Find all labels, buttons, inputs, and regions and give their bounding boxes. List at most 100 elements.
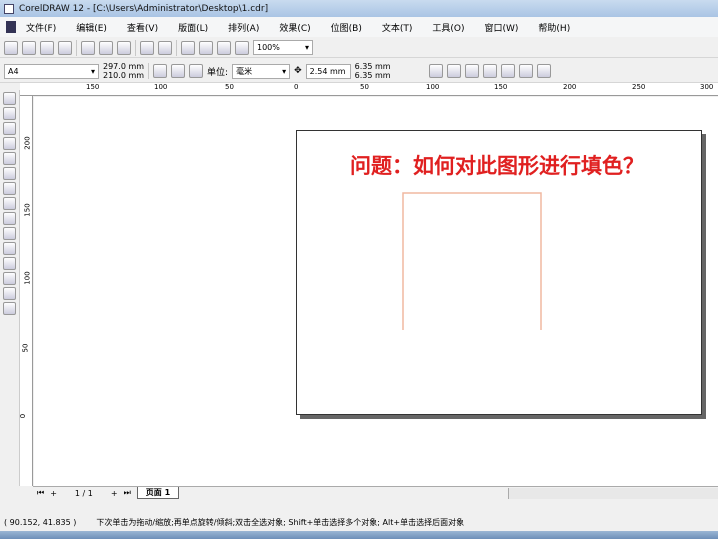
ruler-tick: 150 (23, 203, 32, 217)
ruler-tick: 100 (23, 271, 32, 285)
eyedropper-icon[interactable] (3, 257, 16, 270)
app-icon (4, 3, 14, 14)
pick-tool-icon[interactable] (3, 92, 16, 105)
cut-icon[interactable] (81, 40, 95, 55)
window-title: CorelDRAW 12 - [C:\Users\Administrator\D… (19, 3, 269, 14)
print-icon[interactable] (58, 40, 72, 55)
ruler-tick: 100 (426, 83, 440, 91)
polygon-tool-icon[interactable] (3, 197, 16, 210)
ruler-tick: 0 (19, 413, 28, 419)
undo-icon[interactable] (140, 40, 154, 55)
app-launcher-icon[interactable] (217, 40, 231, 55)
first-page-icon[interactable]: ⏮ (37, 488, 44, 498)
ruler-tick: 50 (21, 343, 30, 353)
duplicate-x-input[interactable]: 6.35 mm (355, 62, 425, 71)
ruler-tick: 150 (86, 83, 100, 91)
chevron-down-icon: ▾ (282, 66, 287, 76)
cursor-coordinates: ( 90.152, 41.835 ) (4, 517, 77, 527)
export-icon[interactable] (199, 40, 213, 55)
menu-help[interactable]: 帮助(H) (538, 21, 570, 34)
menu-effects[interactable]: 效果(C) (279, 21, 310, 34)
zoom-value: 100% (257, 43, 280, 52)
copy-icon[interactable] (99, 40, 113, 55)
ellipse-tool-icon[interactable] (3, 182, 16, 195)
document-icon[interactable] (6, 21, 16, 33)
shape-outline (402, 192, 542, 330)
snap-guides-icon[interactable] (446, 64, 461, 78)
snap-grid-icon[interactable] (428, 64, 443, 78)
open-shape[interactable] (400, 190, 546, 334)
menu-file[interactable]: 文件(F) (26, 21, 56, 34)
ruler-tick: 300 (700, 83, 714, 91)
ruler-tick: 200 (23, 136, 32, 150)
redo-icon[interactable] (158, 40, 172, 55)
snap-objects-icon[interactable] (464, 64, 479, 78)
horizontal-scrollbar[interactable] (508, 487, 718, 499)
basic-shapes-icon[interactable] (3, 212, 16, 225)
ruler-tick: 50 (360, 83, 369, 91)
new-icon[interactable] (4, 40, 18, 55)
rectangle-tool-icon[interactable] (3, 167, 16, 180)
title-bar: CorelDRAW 12 - [C:\Users\Administrator\D… (0, 0, 718, 17)
menu-layout[interactable]: 版面(L) (178, 21, 208, 34)
nudge-input[interactable]: 2.54 mm (305, 63, 351, 79)
landscape-icon[interactable] (171, 64, 186, 78)
fill-tool-icon[interactable] (3, 287, 16, 300)
menu-bar: 文件(F) 编辑(E) 查看(V) 版面(L) 排列(A) 效果(C) 位图(B… (0, 17, 718, 37)
page-tab-1[interactable]: 页面 1 (136, 487, 180, 499)
menu-view[interactable]: 查看(V) (127, 21, 158, 34)
menu-edit[interactable]: 编辑(E) (76, 21, 107, 34)
page-width-input[interactable]: 210.0 mm (103, 71, 144, 80)
interactive-blend-icon[interactable] (3, 242, 16, 255)
ruler-tick: 200 (563, 83, 577, 91)
menu-text[interactable]: 文本(T) (382, 21, 413, 34)
ruler-tick: 100 (154, 83, 168, 91)
menu-bitmaps[interactable]: 位图(B) (331, 21, 362, 34)
text-tool-icon[interactable] (3, 227, 16, 240)
page-setup-icon[interactable] (189, 64, 204, 78)
status-bar: ( 90.152, 41.835 ) 下次单击为拖动/缩放;再单点旋转/倾斜;双… (0, 513, 718, 531)
freehand-tool-icon[interactable] (3, 137, 16, 150)
vertical-ruler[interactable]: 200 150 100 50 0 (19, 96, 33, 486)
horizontal-ruler[interactable]: 150 100 50 0 50 100 150 200 250 300 (20, 83, 718, 96)
treat-as-filled-icon[interactable] (500, 64, 515, 78)
ruler-tick: 50 (225, 83, 234, 91)
menu-tools[interactable]: 工具(O) (432, 21, 464, 34)
zoom-tool-icon[interactable] (3, 122, 16, 135)
taskbar (0, 531, 718, 539)
zoom-select[interactable]: 100% ▾ (253, 40, 313, 55)
draw-selection-icon[interactable] (518, 64, 533, 78)
outline-tool-icon[interactable] (3, 272, 16, 285)
page-count: 1 / 1 (74, 488, 93, 498)
last-page-icon[interactable]: ⏭ (124, 488, 131, 498)
unit-label: 单位: (207, 67, 229, 78)
options-icon[interactable] (536, 64, 551, 78)
interactive-fill-icon[interactable] (3, 302, 16, 315)
menu-arrange[interactable]: 排列(A) (228, 21, 259, 34)
paper-size-select[interactable]: A4 ▾ (4, 63, 99, 79)
standard-toolbar: 100% ▾ (0, 38, 718, 58)
save-icon[interactable] (40, 40, 54, 55)
unit-value: 毫米 (236, 66, 253, 76)
status-hint: 下次单击为拖动/缩放;再单点旋转/倾斜;双击全选对象; Shift+单击选择多个… (96, 517, 465, 527)
menu-window[interactable]: 窗口(W) (485, 21, 519, 34)
page-navigator: ⏮ + 1 / 1 + ⏭ 页面 1 (33, 486, 718, 499)
portrait-icon[interactable] (153, 64, 168, 78)
import-icon[interactable] (181, 40, 195, 55)
ruler-tick: 250 (632, 83, 646, 91)
ruler-tick: 150 (494, 83, 508, 91)
chevron-down-icon: ▾ (90, 66, 95, 76)
smart-fill-icon[interactable] (3, 152, 16, 165)
unit-select[interactable]: 毫米 ▾ (232, 63, 291, 79)
page-height-input[interactable]: 297.0 mm (103, 62, 144, 71)
add-page-after-icon[interactable]: + (111, 489, 118, 498)
add-page-before-icon[interactable]: + (50, 489, 57, 498)
paste-icon[interactable] (117, 40, 131, 55)
paper-size: A4 (8, 66, 19, 76)
shape-tool-icon[interactable] (3, 107, 16, 120)
corel-online-icon[interactable] (235, 40, 249, 55)
open-icon[interactable] (22, 40, 36, 55)
dynamic-guides-icon[interactable] (482, 64, 497, 78)
duplicate-y-input[interactable]: 6.35 mm (355, 71, 425, 80)
chevron-down-icon: ▾ (304, 43, 309, 52)
